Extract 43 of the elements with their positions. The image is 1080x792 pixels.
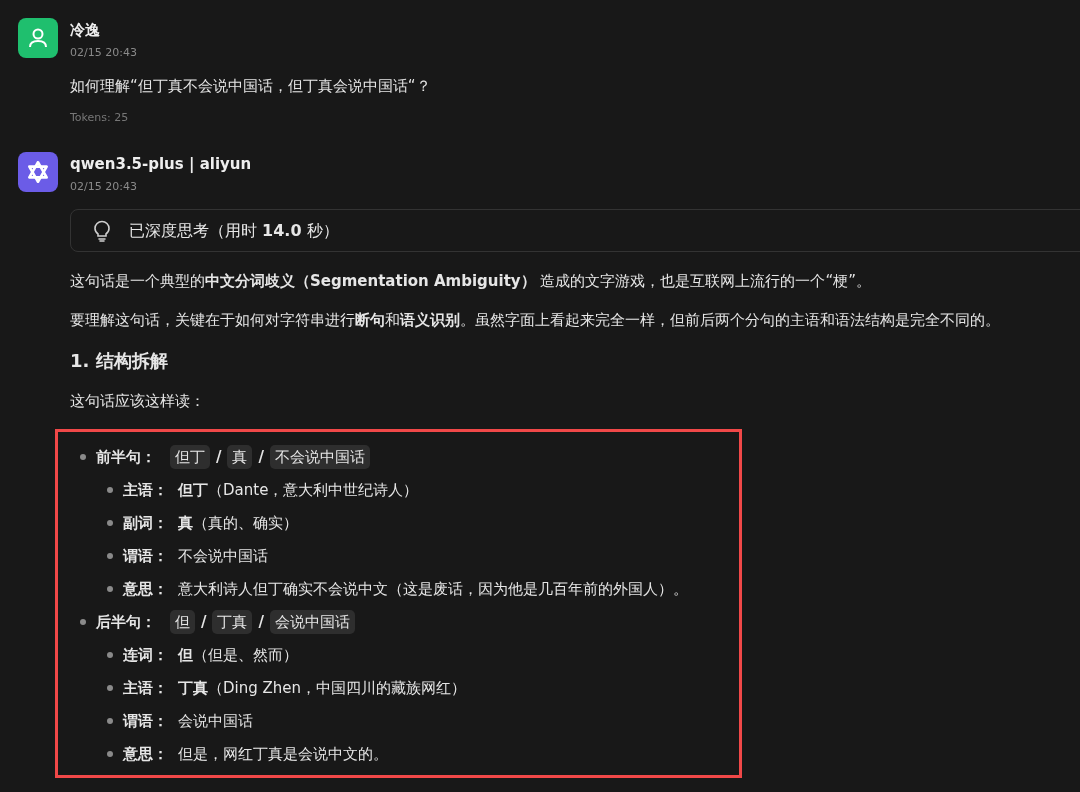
item-label: 主语： (123, 677, 168, 699)
item-label: 副词： (123, 512, 168, 534)
separator-text: / (216, 446, 222, 468)
item-label: 后半句： (96, 611, 156, 633)
item-text: 不会说中国话 (178, 545, 268, 567)
item-text: 但是，网红丁真是会说中文的。 (178, 743, 388, 765)
person-icon (26, 26, 50, 50)
item-label: 前半句： (96, 446, 156, 468)
message-text: 如何理解“但丁真不会说中国话，但丁真会说中国话“？ (70, 76, 432, 97)
item-text: 会说中国话 (178, 710, 253, 732)
item-text: 但丁（Dante，意大利中世纪诗人） (178, 479, 419, 501)
paragraph: 这句话应该这样读： (70, 391, 206, 412)
item-text: 但（但是、然而） (178, 644, 298, 666)
token-count: Tokens: 25 (70, 109, 130, 126)
timestamp: 02/15 20:43 (70, 178, 138, 195)
item-label: 谓语： (123, 710, 168, 732)
thinking-status: 已深度思考（用时 14.0 秒） (129, 219, 339, 242)
item-text: 意大利诗人但丁确实不会说中文（这是废话，因为他是几百年前的外国人）。 (178, 578, 688, 600)
thinking-panel[interactable]: 已深度思考（用时 14.0 秒） (70, 209, 1080, 252)
paragraph: 这句话是一个典型的中文分词歧义（Segmentation Ambiguity） 造成的文字游戏，也是互联网上流行的一个“梗”。 (70, 271, 872, 292)
item-label: 意思： (123, 743, 168, 765)
item-label: 主语： (123, 479, 168, 501)
code-chip: 但丁 (170, 444, 210, 470)
code-chip: 会说中国话 (269, 609, 355, 635)
sender-name: qwen3.5-plus | aliyun (70, 154, 252, 175)
separator-text: / (258, 446, 264, 468)
paragraph: 要理解这句话，关键在于如何对字符串进行断句和语义识别。虽然字面上看起来完全一样，但前后两个分句的主语和语法结构是完全不同的。 (70, 309, 1001, 331)
code-chip: 但 (170, 609, 195, 635)
separator-text: / (201, 611, 207, 633)
item-text: 丁真（Ding Zhen，中国四川的藏族网红） (178, 677, 467, 699)
item-text: 真（真的、确实） (178, 512, 298, 534)
star-logo-icon (25, 159, 51, 185)
item-label: 谓语： (123, 545, 168, 567)
code-chip: 丁真 (212, 609, 253, 635)
lightbulb-icon (93, 219, 111, 242)
item-label: 意思： (123, 578, 168, 600)
section-heading: 1. 结构拆解 (70, 349, 169, 373)
item-label: 连词： (123, 644, 168, 666)
sender-name: 冷逸 (70, 20, 101, 41)
code-chip: 不会说中国话 (269, 444, 370, 470)
timestamp: 02/15 20:43 (70, 44, 137, 61)
separator-text: / (258, 611, 264, 633)
code-chip: 真 (227, 444, 253, 470)
